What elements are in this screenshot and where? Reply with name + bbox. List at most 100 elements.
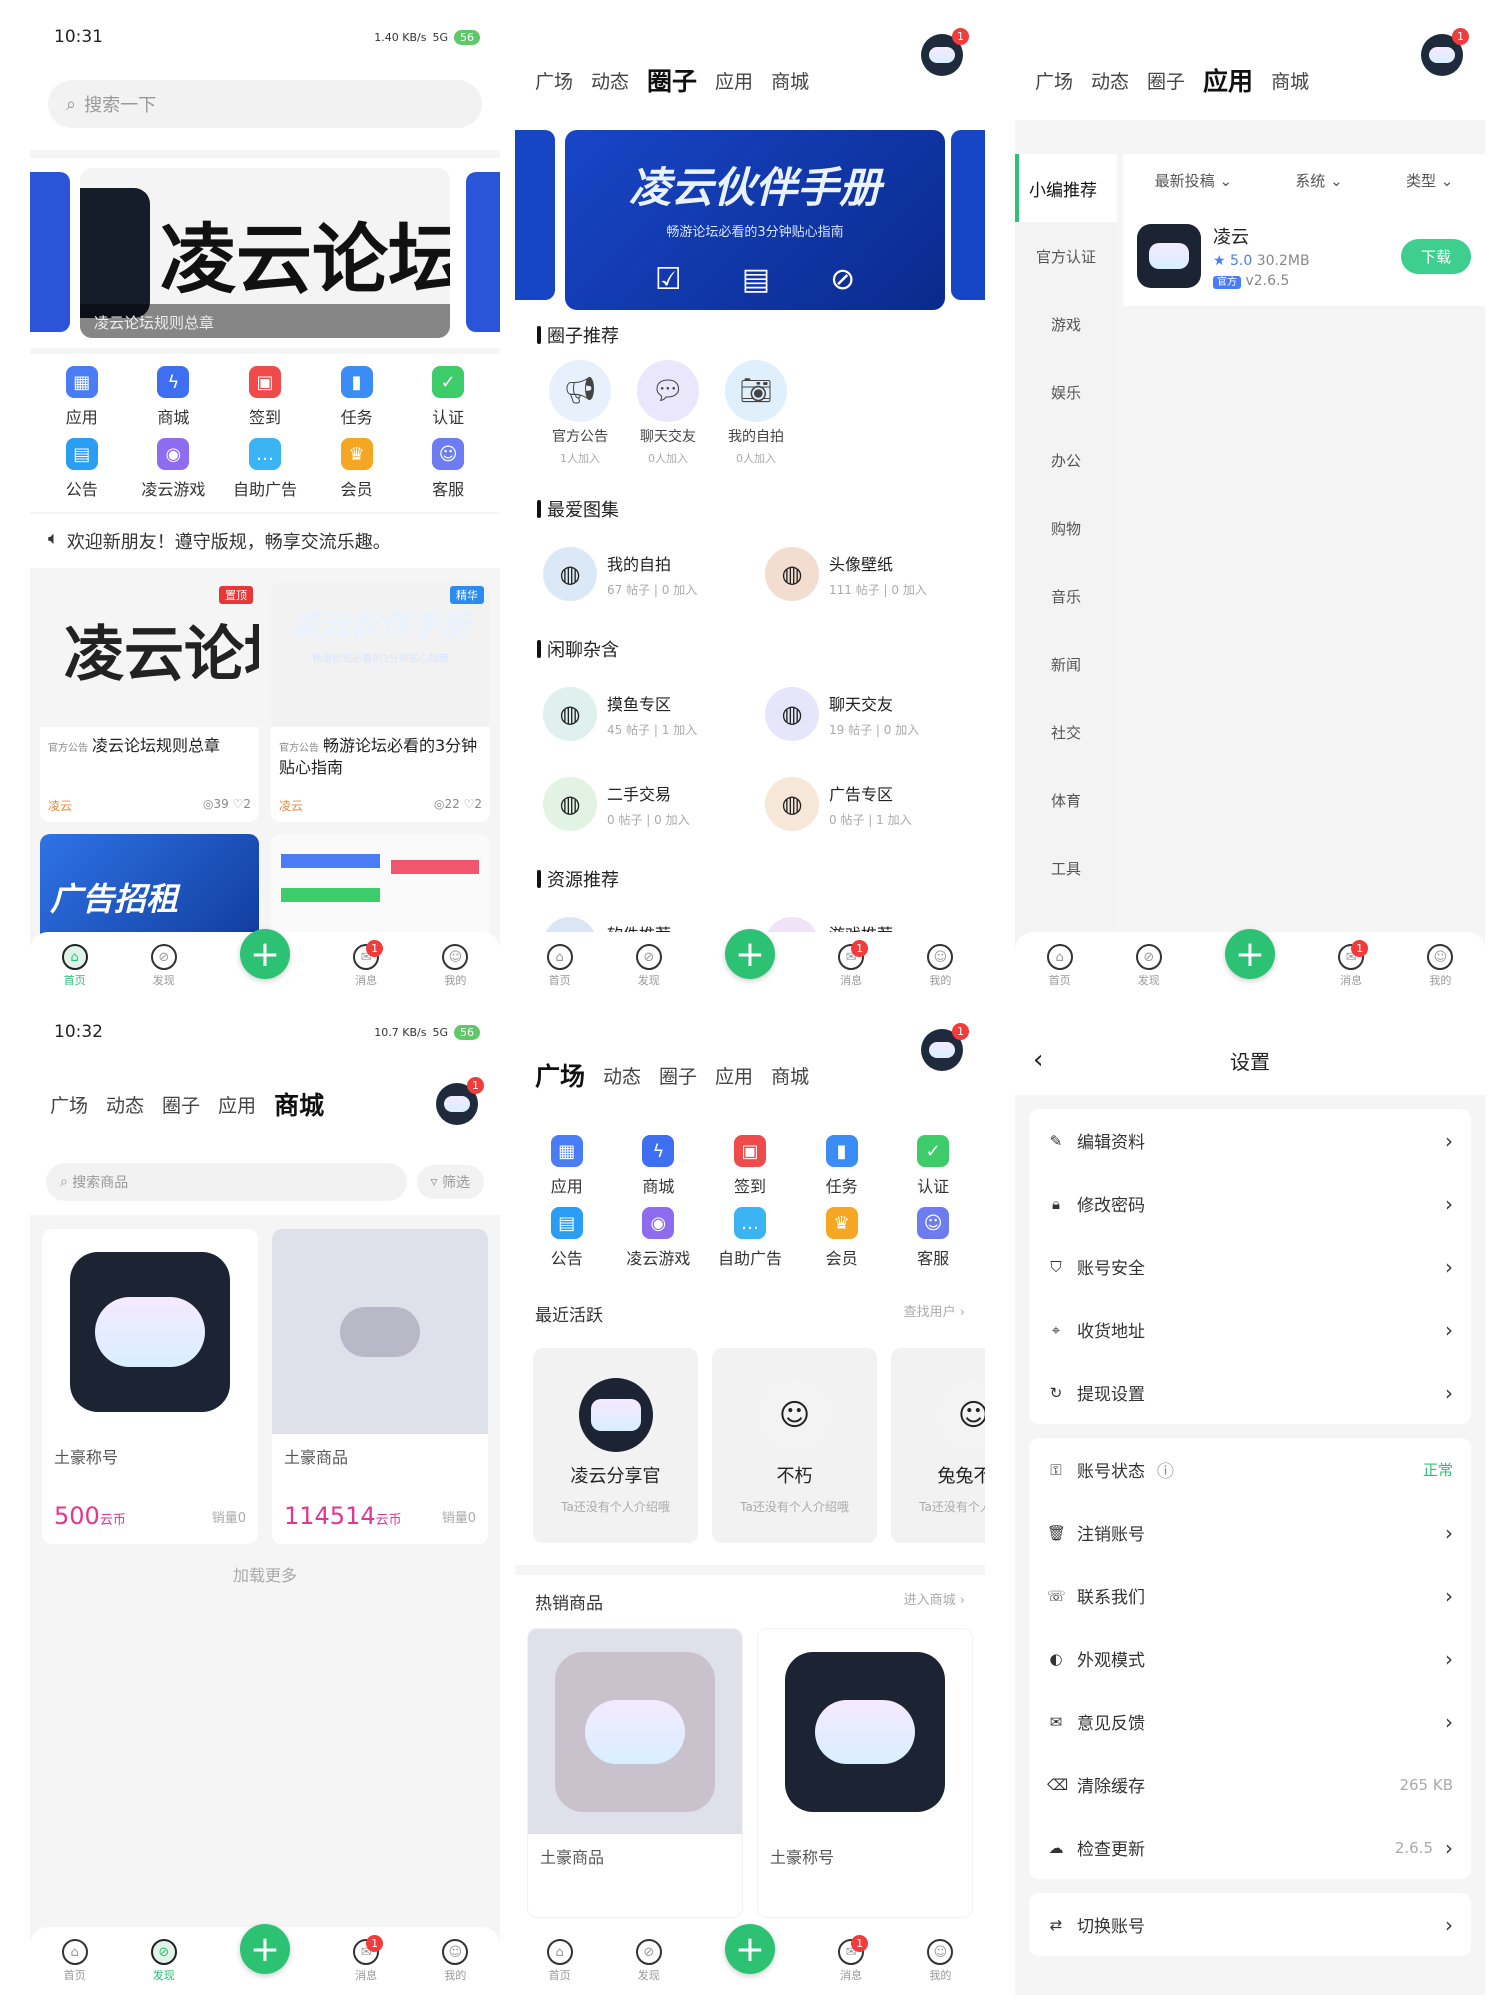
circle-card[interactable]: ◍ 聊天交友 19 帖子 | 0 加入 — [755, 674, 967, 754]
nav-tab[interactable]: 动态 — [106, 1091, 144, 1118]
nav-tab[interactable]: 商城 — [771, 67, 809, 94]
quick-item[interactable]: ♛ 会员 — [796, 1207, 888, 1269]
circle-card[interactable]: ◍ 我的自拍 67 帖子 | 0 加入 — [533, 534, 745, 614]
settings-row[interactable]: ⌖ 收货地址 › — [1029, 1298, 1471, 1361]
category-item[interactable]: 游戏 — [1015, 290, 1117, 358]
user-card[interactable]: ☺ 不朽 Ta还没有个人介绍哦 — [712, 1348, 877, 1543]
nav-tab[interactable]: 广场 — [50, 1091, 88, 1118]
nav-tab[interactable]: 应用 — [218, 1091, 256, 1118]
quick-item[interactable]: ▦ 应用 — [521, 1135, 613, 1197]
nav-tab[interactable]: 圈子 — [1147, 67, 1185, 94]
tab-3[interactable]: ☺ 我的 — [442, 1939, 469, 1983]
filter-button[interactable]: ▿ 筛选 — [416, 1165, 484, 1199]
settings-row[interactable]: ✉ 意见反馈 › — [1029, 1690, 1471, 1753]
nav-tab[interactable]: 圈子 — [162, 1091, 200, 1118]
filter-dropdown[interactable]: 类型 ⌄ — [1406, 170, 1453, 191]
tab-0[interactable]: ⌂ 首页 — [546, 1939, 573, 1983]
create-button[interactable]: + — [239, 929, 290, 979]
quick-item[interactable]: ϟ 商城 — [613, 1135, 705, 1197]
banner-slide[interactable]: 凌云论坛 凌云论坛规则总章 — [80, 168, 450, 338]
goods-card[interactable]: 土豪称号 500云币 销量0 — [42, 1229, 258, 1544]
app-item[interactable]: 凌云 ★ 5.0 30.2MB 官方 v2.6.5 下载 — [1123, 206, 1485, 306]
create-button[interactable]: + — [724, 929, 775, 979]
nav-tab[interactable]: 广场 — [1035, 67, 1073, 94]
tab-3[interactable]: ☺ 我的 — [442, 944, 469, 988]
tab-1[interactable]: ⊘ 发现 — [635, 944, 662, 988]
circle-card[interactable]: ◍ 头像壁纸 111 帖子 | 0 加入 — [755, 534, 967, 614]
tab-3[interactable]: ☺ 我的 — [1427, 944, 1454, 988]
post-card[interactable]: 凌云论坛置顶 官方公告凌云论坛规则总章 凌云◎39 ♡2 — [40, 582, 259, 822]
tab-2[interactable]: ✉ 1 消息 — [1338, 940, 1369, 988]
nav-tab[interactable]: 动态 — [603, 1062, 641, 1089]
nav-tab[interactable]: 应用 — [715, 1062, 753, 1089]
settings-row[interactable]: 🔒︎ 修改密码 › — [1029, 1172, 1471, 1235]
back-icon[interactable]: ‹ — [1033, 1045, 1043, 1075]
tab-1[interactable]: ⊘ 发现 — [150, 1939, 177, 1983]
create-button[interactable]: + — [239, 1924, 290, 1974]
tab-0[interactable]: ⌂ 首页 — [61, 944, 88, 988]
tab-0[interactable]: ⌂ 首页 — [61, 1939, 88, 1983]
category-item[interactable]: 新闻 — [1015, 630, 1117, 698]
quick-item[interactable]: ▮ 任务 — [311, 366, 403, 428]
enter-shop-link[interactable]: 进入商城 › — [904, 1589, 965, 1614]
category-item[interactable]: 购物 — [1015, 494, 1117, 562]
create-button[interactable]: + — [724, 1924, 775, 1974]
settings-row[interactable]: ↻ 提现设置 › — [1029, 1361, 1471, 1424]
category-item[interactable]: 工具 — [1015, 834, 1117, 902]
quick-item[interactable]: ▣ 签到 — [704, 1135, 796, 1197]
user-avatar[interactable]: 1 — [921, 1023, 969, 1071]
search-bar[interactable]: ⌕ 搜索一下 — [48, 80, 482, 128]
category-item[interactable]: 体育 — [1015, 766, 1117, 834]
quick-item[interactable]: … 自助广告 — [219, 438, 311, 500]
quick-item[interactable]: ▣ 签到 — [219, 366, 311, 428]
tab-2[interactable]: ✉ 1 消息 — [838, 940, 869, 988]
check-update-row[interactable]: ☁ 检查更新 2.6.5 › — [1029, 1816, 1471, 1879]
hot-goods-card[interactable]: 土豪称号 — [757, 1628, 973, 1918]
tab-1[interactable]: ⊘ 发现 — [635, 1939, 662, 1983]
find-users-link[interactable]: 查找用户 › — [904, 1301, 965, 1326]
settings-row[interactable]: ☏ 联系我们 › — [1029, 1564, 1471, 1627]
category-item[interactable]: 娱乐 — [1015, 358, 1117, 426]
user-card[interactable]: 凌云分享官 Ta还没有个人介绍哦 — [533, 1348, 698, 1543]
circle-card[interactable]: ◍ 广告专区 0 帖子 | 1 加入 — [755, 764, 967, 844]
nav-tab[interactable]: 商城 — [1271, 67, 1309, 94]
nav-tab[interactable]: 圈子 — [647, 62, 697, 98]
quick-item[interactable]: ▦ 应用 — [36, 366, 128, 428]
quick-item[interactable]: ▤ 公告 — [521, 1207, 613, 1269]
post-card[interactable]: 凌云伙伴手册 畅游论坛必看的3分钟贴心指南 精华 官方公告 畅游论坛必看的3分钟贴心指… — [271, 582, 490, 822]
tab-2[interactable]: ✉ 1 消息 — [838, 1935, 869, 1983]
quick-item[interactable]: ♛ 会员 — [311, 438, 403, 500]
quick-item[interactable]: … 自助广告 — [704, 1207, 796, 1269]
shop-search-input[interactable]: ⌕ 搜索商品 — [46, 1163, 407, 1201]
user-avatar[interactable]: 1 — [921, 28, 969, 76]
tab-0[interactable]: ⌂ 首页 — [1046, 944, 1073, 988]
category-item[interactable]: 小编推荐 — [1015, 154, 1117, 222]
nav-tab[interactable]: 应用 — [715, 67, 753, 94]
category-item[interactable]: 办公 — [1015, 426, 1117, 494]
quick-item[interactable]: ☺ 客服 — [887, 1207, 979, 1269]
quick-item[interactable]: ◉ 凌云游戏 — [613, 1207, 705, 1269]
quick-item[interactable]: ▮ 任务 — [796, 1135, 888, 1197]
clear-cache-row[interactable]: ⌫ 清除缓存 265 KB — [1029, 1753, 1471, 1816]
circle-banner[interactable]: 凌云伙伴手册 畅游论坛必看的3分钟贴心指南 ☑ ▤ ⊘ — [515, 120, 985, 310]
nav-tab[interactable]: 应用 — [1203, 62, 1253, 98]
goods-card[interactable]: 土豪商品 114514云币 销量0 — [272, 1229, 488, 1544]
settings-row[interactable]: ◐ 外观模式 › — [1029, 1627, 1471, 1690]
nav-tab[interactable]: 商城 — [771, 1062, 809, 1089]
hot-goods-card[interactable]: 土豪商品 — [527, 1628, 743, 1918]
quick-item[interactable]: ☺ 客服 — [402, 438, 494, 500]
nav-tab[interactable]: 动态 — [591, 67, 629, 94]
account-status-row[interactable]: ⚿ 账号状态 ⓘ 正常 — [1029, 1438, 1471, 1501]
circle-card[interactable]: ◍ 摸鱼专区 45 帖子 | 1 加入 — [533, 674, 745, 754]
nav-tab[interactable]: 广场 — [535, 67, 573, 94]
filter-dropdown[interactable]: 系统 ⌄ — [1295, 170, 1342, 191]
manual-banner[interactable]: 凌云伙伴手册 畅游论坛必看的3分钟贴心指南 ☑ ▤ ⊘ — [565, 130, 945, 310]
tab-3[interactable]: ☺ 我的 — [927, 1939, 954, 1983]
user-avatar[interactable]: 1 — [436, 1077, 484, 1125]
load-more[interactable]: 加载更多 — [30, 1562, 500, 1586]
quick-item[interactable]: ✓ 认证 — [402, 366, 494, 428]
notice-bar[interactable]: 🔈︎ 欢迎新朋友！遵守版规，畅享交流乐趣。 — [30, 514, 500, 568]
quick-item[interactable]: ✓ 认证 — [887, 1135, 979, 1197]
circle-rec[interactable]: 📷︎ 我的自拍 0人加入 — [725, 360, 787, 466]
nav-tab[interactable]: 商城 — [274, 1086, 324, 1122]
